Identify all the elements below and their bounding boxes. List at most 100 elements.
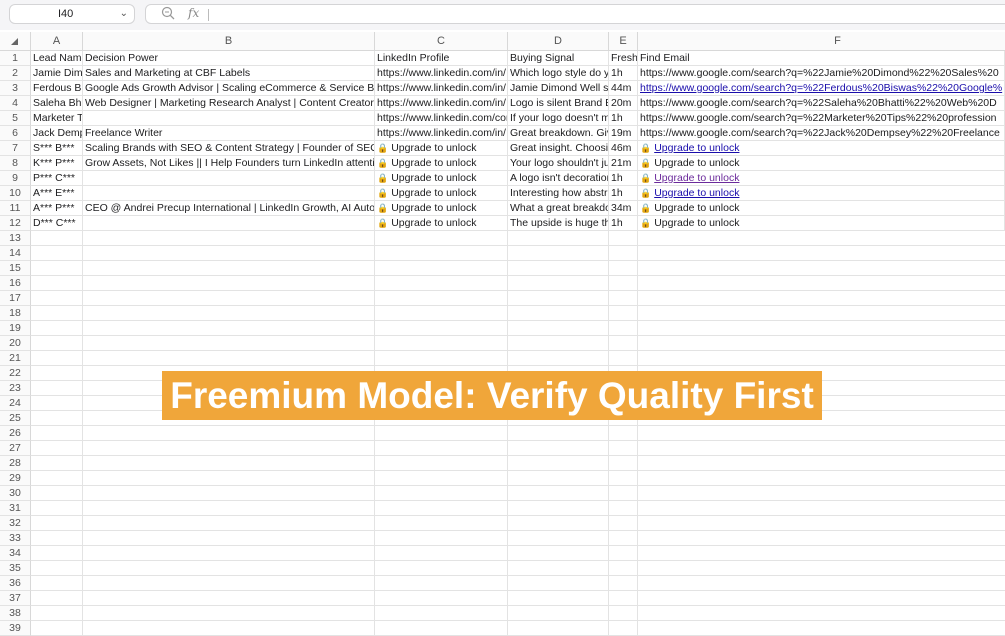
cell-c[interactable] xyxy=(375,501,508,516)
cell-c[interactable]: https://www.linkedin.com/in/ xyxy=(375,126,508,141)
cell-c[interactable] xyxy=(375,441,508,456)
cell-d[interactable]: Logo is silent Brand Entity xyxy=(508,96,609,111)
row-header[interactable]: 32 xyxy=(0,516,31,531)
cell-f[interactable]: 🔒 Upgrade to unlock xyxy=(638,156,1005,171)
cell-a[interactable]: A*** P*** xyxy=(31,201,83,216)
cell-f[interactable] xyxy=(638,501,1005,516)
cell-a[interactable] xyxy=(31,411,83,426)
cell-c[interactable] xyxy=(375,456,508,471)
row-header[interactable]: 38 xyxy=(0,606,31,621)
cell-c[interactable]: LinkedIn Profile xyxy=(375,51,508,66)
row-header[interactable]: 14 xyxy=(0,246,31,261)
cell-f[interactable] xyxy=(638,546,1005,561)
cell-a[interactable] xyxy=(31,291,83,306)
cell-e[interactable] xyxy=(609,231,638,246)
cell-d[interactable]: What a great breakdown xyxy=(508,201,609,216)
cell-b[interactable] xyxy=(83,441,375,456)
cell-a[interactable]: Lead Name xyxy=(31,51,83,66)
cell-b[interactable] xyxy=(83,216,375,231)
cell-c[interactable] xyxy=(375,576,508,591)
cell-c[interactable] xyxy=(375,516,508,531)
cell-b[interactable] xyxy=(83,351,375,366)
cell-a[interactable]: S*** B*** xyxy=(31,141,83,156)
cell-f[interactable] xyxy=(638,591,1005,606)
cell-c[interactable] xyxy=(375,336,508,351)
cell-d[interactable]: Interesting how abstract xyxy=(508,186,609,201)
row-header[interactable]: 25 xyxy=(0,411,31,426)
cell-f[interactable]: https://www.google.com/search?q=%22Marke… xyxy=(638,111,1005,126)
cell-c[interactable] xyxy=(375,471,508,486)
cell-c[interactable] xyxy=(375,231,508,246)
zoom-icon[interactable] xyxy=(161,6,175,20)
row-header[interactable]: 22 xyxy=(0,366,31,381)
cell-e[interactable]: 19m xyxy=(609,126,638,141)
cell-f[interactable] xyxy=(638,261,1005,276)
cell-d[interactable] xyxy=(508,576,609,591)
cell-e[interactable] xyxy=(609,546,638,561)
cell-e[interactable] xyxy=(609,276,638,291)
cell-e[interactable] xyxy=(609,456,638,471)
cell-e[interactable]: 1h xyxy=(609,66,638,81)
cell-f[interactable]: https://www.google.com/search?q=%22Ferdo… xyxy=(638,81,1005,96)
cell-b[interactable] xyxy=(83,246,375,261)
cell-a[interactable]: Marketer Tips xyxy=(31,111,83,126)
cell-a[interactable] xyxy=(31,366,83,381)
column-header-e[interactable]: E xyxy=(609,32,638,51)
chevron-down-icon[interactable]: ⌄ xyxy=(120,5,128,23)
select-all-corner[interactable] xyxy=(0,32,31,51)
row-header[interactable]: 13 xyxy=(0,231,31,246)
cell-e[interactable] xyxy=(609,591,638,606)
cell-a[interactable] xyxy=(31,501,83,516)
cell-a[interactable] xyxy=(31,351,83,366)
cell-c[interactable] xyxy=(375,591,508,606)
cell-e[interactable] xyxy=(609,606,638,621)
cell-e[interactable] xyxy=(609,441,638,456)
cell-f[interactable] xyxy=(638,276,1005,291)
cell-b[interactable] xyxy=(83,426,375,441)
cell-b[interactable] xyxy=(83,591,375,606)
cell-b[interactable]: Google Ads Growth Advisor | Scaling eCom… xyxy=(83,81,375,96)
cell-f[interactable]: 🔒 Upgrade to unlock xyxy=(638,216,1005,231)
cell-f[interactable] xyxy=(638,231,1005,246)
cell-c[interactable]: https://www.linkedin.com/company/ xyxy=(375,111,508,126)
cell-b[interactable]: Grow Assets, Not Likes || I Help Founder… xyxy=(83,156,375,171)
row-header[interactable]: 6 xyxy=(0,126,31,141)
name-box[interactable]: I40 ⌄ xyxy=(9,4,135,24)
cell-f[interactable]: https://www.google.com/search?q=%22Jack%… xyxy=(638,126,1005,141)
cell-d[interactable] xyxy=(508,231,609,246)
cell-e[interactable] xyxy=(609,426,638,441)
cell-b[interactable] xyxy=(83,171,375,186)
cell-d[interactable]: Which logo style do you xyxy=(508,66,609,81)
cell-e[interactable] xyxy=(609,531,638,546)
cell-a[interactable] xyxy=(31,531,83,546)
cell-a[interactable]: Jamie Dimond xyxy=(31,66,83,81)
cell-a[interactable] xyxy=(31,606,83,621)
cell-e[interactable] xyxy=(609,576,638,591)
cell-b[interactable] xyxy=(83,321,375,336)
cell-a[interactable] xyxy=(31,576,83,591)
cell-f[interactable] xyxy=(638,321,1005,336)
cell-c[interactable] xyxy=(375,606,508,621)
cell-e[interactable]: 1h xyxy=(609,186,638,201)
cell-f[interactable] xyxy=(638,516,1005,531)
cell-a[interactable]: Jack Dempsey xyxy=(31,126,83,141)
cell-a[interactable]: Ferdous Biswas xyxy=(31,81,83,96)
cell-a[interactable] xyxy=(31,561,83,576)
cell-f[interactable]: 🔒 Upgrade to unlock xyxy=(638,186,1005,201)
cell-b[interactable] xyxy=(83,606,375,621)
cell-a[interactable] xyxy=(31,621,83,636)
cell-f[interactable] xyxy=(638,456,1005,471)
row-header[interactable]: 9 xyxy=(0,171,31,186)
cell-c[interactable]: https://www.linkedin.com/in/ xyxy=(375,66,508,81)
row-header[interactable]: 4 xyxy=(0,96,31,111)
cell-d[interactable]: If your logo doesn't matter xyxy=(508,111,609,126)
cell-f[interactable] xyxy=(638,531,1005,546)
cell-c[interactable]: 🔒 Upgrade to unlock xyxy=(375,216,508,231)
cell-d[interactable] xyxy=(508,531,609,546)
cell-e[interactable]: 1h xyxy=(609,111,638,126)
row-header[interactable]: 24 xyxy=(0,396,31,411)
row-header[interactable]: 16 xyxy=(0,276,31,291)
cell-e[interactable]: 46m xyxy=(609,141,638,156)
row-header[interactable]: 2 xyxy=(0,66,31,81)
cell-c[interactable] xyxy=(375,321,508,336)
